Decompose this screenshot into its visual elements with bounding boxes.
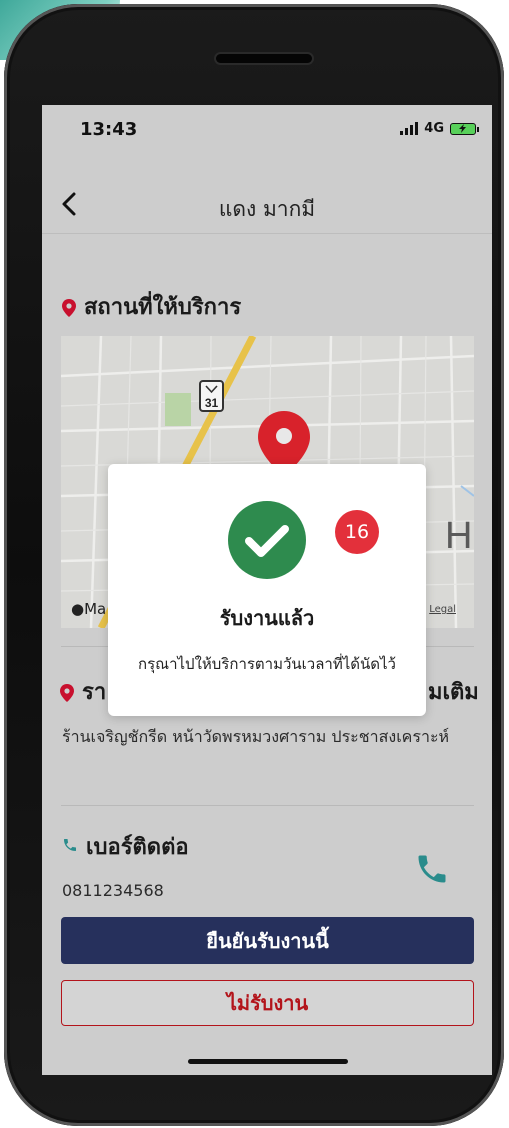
navigation-bar: แดง มากมี (42, 177, 492, 234)
address-heading-end: มเติม (428, 680, 479, 705)
page-title: แดง มากมี (218, 197, 316, 221)
legal-link[interactable]: Legal (429, 604, 456, 615)
job-accepted-dialog: 16 รับงานแล้ว กรุณาไปให้บริการตามวันเวลา… (108, 464, 426, 716)
phone-small-icon (62, 834, 78, 859)
phone-frame: 13:43 4G แดง มากมี สถานที่ให้บริการ 31 H… (4, 4, 504, 1126)
home-indicator[interactable] (188, 1059, 348, 1064)
dialog-title: รับงานแล้ว (219, 606, 315, 630)
success-check-icon (228, 501, 306, 579)
maps-attribution: ●Ma (71, 600, 106, 618)
service-location-label: สถานที่ให้บริการ (84, 295, 242, 320)
dialog-message: กรุณาไปให้บริการตามวันเวลาที่ได้นัดไว้ (138, 655, 396, 673)
map-edge-letter: H (445, 515, 472, 557)
route-shield-number: 31 (205, 396, 219, 410)
location-pin-icon (62, 298, 76, 317)
battery-icon (450, 122, 479, 135)
location-pin-icon (60, 683, 74, 702)
contact-heading: เบอร์ติดต่อ (62, 829, 189, 864)
notification-badge: 16 (335, 510, 379, 554)
address-text: ร้านเจริญชักรีด หน้าวัดพรหมวงศาราม ประชา… (62, 727, 450, 746)
status-bar: 13:43 4G (42, 105, 492, 157)
signal-icon (400, 122, 419, 135)
network-label: 4G (424, 121, 444, 136)
speaker-grille (216, 54, 312, 63)
reject-job-button[interactable]: ไม่รับงาน (61, 980, 474, 1026)
section-divider (61, 805, 474, 806)
app-screen: 13:43 4G แดง มากมี สถานที่ให้บริการ 31 H… (42, 105, 492, 1075)
maps-attribution-text: Ma (84, 600, 107, 618)
address-heading-start: รา (82, 680, 107, 705)
phone-number: 0811234568 (62, 881, 164, 900)
call-phone-icon[interactable] (414, 851, 450, 887)
status-indicators: 4G (400, 121, 479, 136)
confirm-job-button[interactable]: ยืนยันรับงานนี้ (61, 917, 474, 964)
status-time: 13:43 (80, 119, 138, 140)
apple-logo-icon: ● (71, 600, 85, 618)
contact-heading-label: เบอร์ติดต่อ (86, 835, 189, 860)
service-location-heading: สถานที่ให้บริการ (62, 289, 241, 324)
address-heading: รา (60, 674, 106, 709)
